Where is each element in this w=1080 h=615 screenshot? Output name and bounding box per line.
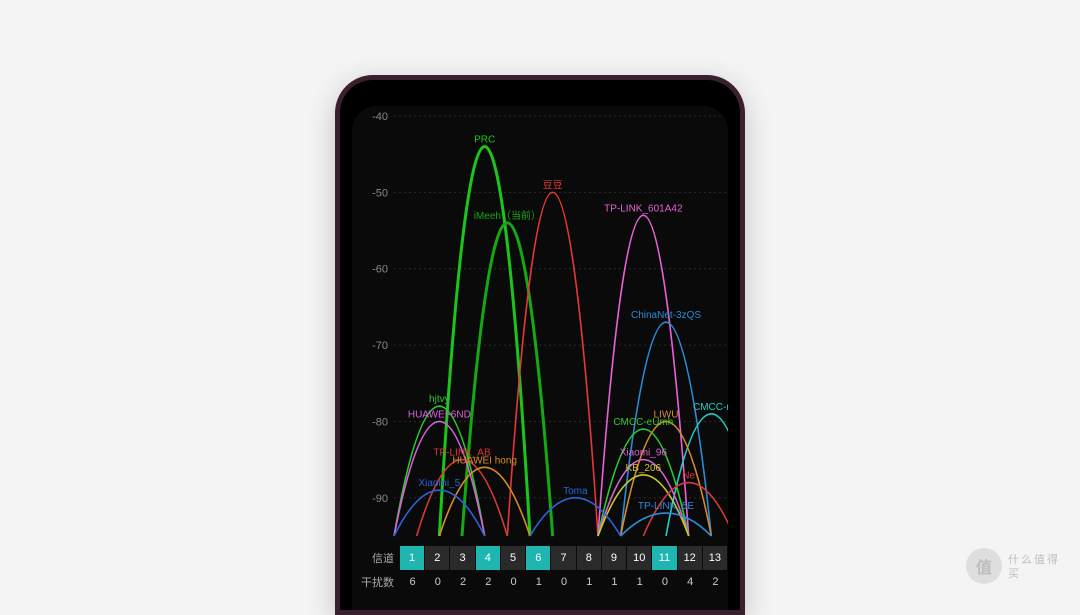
svg-text:PRC: PRC [474, 135, 495, 146]
svg-text:Xiaomi_96: Xiaomi_96 [620, 448, 668, 459]
interference-cell: 1 [602, 570, 627, 594]
svg-text:CMCC-eUmh: CMCC-eUmh [613, 417, 673, 428]
interference-cell: 0 [501, 570, 526, 594]
interference-row: 干扰数 6022010111042 [352, 570, 728, 594]
svg-text:TP-LINK_601A42: TP-LINK_601A42 [604, 203, 683, 214]
interference-cell: 0 [652, 570, 677, 594]
watermark-text: 什么值得买 [1008, 548, 1062, 581]
interference-cell: 0 [551, 570, 576, 594]
channel-cell[interactable]: 11 [652, 546, 676, 570]
interference-row-label: 干扰数 [352, 574, 400, 590]
phone-bezel: -40 -50 -60 -70 -80 -90 PRC iMeeh（当前） 豆豆 TP-LINK_… [340, 80, 740, 610]
watermark-logo-icon: 值 [966, 548, 1002, 584]
svg-text:TP-LINK_5E: TP-LINK_5E [638, 501, 694, 512]
channel-cell[interactable]: 1 [400, 546, 424, 570]
channel-cell[interactable]: 3 [450, 546, 474, 570]
wifi-channel-chart: -40 -50 -60 -70 -80 -90 PRC iMeeh（当前） 豆豆 TP-LINK_… [352, 106, 728, 546]
svg-text:豆豆: 豆豆 [543, 179, 563, 191]
svg-text:-80: -80 [372, 416, 388, 428]
channel-row-label: 信道 [352, 550, 400, 566]
svg-text:-90: -90 [372, 493, 388, 505]
interference-cell: 2 [450, 570, 475, 594]
channel-cell[interactable]: 6 [526, 546, 550, 570]
watermark: 值 什么值得买 [966, 548, 1062, 590]
svg-text:Xiaomi_5: Xiaomi_5 [418, 478, 460, 489]
svg-text:hjtvy: hjtvy [429, 394, 450, 405]
channel-cell[interactable]: 9 [602, 546, 626, 570]
svg-text:HUAWEI hong: HUAWEI hong [452, 455, 517, 466]
svg-text:Ne: Ne [682, 471, 695, 482]
interference-cell: 1 [526, 570, 551, 594]
svg-text:ChinaNet-3zQS: ChinaNet-3zQS [631, 310, 701, 321]
svg-text:-50: -50 [372, 187, 388, 199]
interference-cell: 1 [577, 570, 602, 594]
svg-text:-60: -60 [372, 264, 388, 276]
channel-cell[interactable]: 13 [703, 546, 727, 570]
interference-cell: 2 [703, 570, 728, 594]
channel-cell[interactable]: 10 [627, 546, 651, 570]
interference-cell: 1 [627, 570, 652, 594]
svg-text:KB_206: KB_206 [626, 463, 662, 474]
svg-text:HUAWEI-6ND: HUAWEI-6ND [408, 409, 471, 420]
channel-cell[interactable]: 4 [476, 546, 500, 570]
svg-text:-40: -40 [372, 111, 388, 123]
interference-cell: 0 [425, 570, 450, 594]
channel-cell[interactable]: 2 [425, 546, 449, 570]
svg-text:-70: -70 [372, 340, 388, 352]
channel-row: 信道 12345678910111213 [352, 546, 728, 570]
interference-cell: 6 [400, 570, 425, 594]
svg-text:iMeeh（当前）: iMeeh（当前） [474, 209, 541, 222]
svg-text:CMCC-r: CMCC-r [693, 402, 728, 413]
channel-cell[interactable]: 8 [577, 546, 601, 570]
phone-frame: -40 -50 -60 -70 -80 -90 PRC iMeeh（当前） 豆豆 TP-LINK_… [335, 75, 745, 615]
channel-cell[interactable]: 12 [678, 546, 702, 570]
channel-cell[interactable]: 5 [501, 546, 525, 570]
interference-cell: 2 [476, 570, 501, 594]
screen: -40 -50 -60 -70 -80 -90 PRC iMeeh（当前） 豆豆 TP-LINK_… [352, 106, 728, 610]
interference-cell: 4 [678, 570, 703, 594]
channel-cell[interactable]: 7 [551, 546, 575, 570]
svg-text:Toma: Toma [563, 486, 588, 497]
